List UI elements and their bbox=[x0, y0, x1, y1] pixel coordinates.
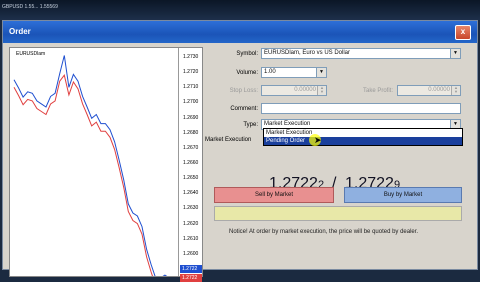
comment-label: Comment: bbox=[230, 106, 258, 112]
volume-select[interactable]: 1.00 ▼ bbox=[261, 67, 327, 78]
spinner-icon[interactable]: ▲ ▼ bbox=[317, 86, 326, 95]
axis-tick-label: 1.2630 bbox=[183, 205, 199, 212]
top-strip: GBPUSD 1.55... 1.55569 bbox=[0, 0, 480, 20]
sell-by-market-button[interactable]: Sell by Market bbox=[214, 187, 334, 203]
stop-loss-field[interactable]: 0.00000 ▲ ▼ bbox=[261, 85, 327, 96]
axis-tick-label: 1.2660 bbox=[183, 160, 199, 166]
spinner-icon[interactable]: ▲ ▼ bbox=[451, 86, 460, 95]
axis-tick-label: 1.2640 bbox=[183, 190, 199, 197]
window-title: Order bbox=[9, 27, 31, 36]
notice-text: Notice! At order by market execution, th… bbox=[229, 229, 419, 235]
confirm-bar bbox=[214, 206, 462, 221]
top-strip-text: GBPUSD 1.55... 1.55569 bbox=[2, 4, 58, 10]
title-bar[interactable]: Order x bbox=[3, 21, 477, 43]
axis-tick-label: 1.2610 bbox=[183, 235, 199, 242]
execution-label: Market Execution bbox=[205, 137, 252, 143]
ask-price-tag: 1.2722 bbox=[180, 265, 202, 273]
price-axis: 1.2730 1.2720 1.2710 1.2700 1.2690 1.2680 1.26… bbox=[178, 48, 203, 282]
type-dropdown-list: Market Execution Pending Order bbox=[263, 128, 463, 146]
chart-plot bbox=[13, 55, 168, 276]
symbol-value: EURUSDlam, Euro vs US Dollar bbox=[264, 50, 351, 56]
axis-tick-label: 1.2690 bbox=[183, 114, 199, 121]
close-button[interactable]: x bbox=[455, 25, 471, 40]
type-option-pending-order[interactable]: Pending Order bbox=[264, 137, 462, 145]
symbol-label: Symbol: bbox=[236, 51, 258, 57]
axis-tick-label: 1.2730 bbox=[183, 54, 199, 60]
take-profit-field[interactable]: 0.00000 ▲ ▼ bbox=[397, 85, 461, 96]
chevron-down-icon[interactable]: ▼ bbox=[450, 49, 460, 58]
type-label: Type: bbox=[243, 122, 258, 128]
type-value: Market Execution bbox=[264, 121, 311, 127]
type-option-market-execution[interactable]: Market Execution bbox=[264, 129, 462, 137]
buy-by-market-button[interactable]: Buy by Market bbox=[344, 187, 462, 203]
axis-tick-label: 1.2650 bbox=[183, 175, 199, 182]
bid-price-tag: 1.2722 bbox=[180, 274, 202, 282]
mouse-cursor-highlight: ➤ bbox=[309, 134, 322, 146]
axis-tick-label: 1.2600 bbox=[183, 250, 199, 257]
axis-tick-label: 1.2680 bbox=[183, 129, 199, 136]
bid-series-line bbox=[13, 74, 153, 276]
stop-loss-label: Stop Loss: bbox=[229, 88, 258, 94]
cursor-arrow-icon: ➤ bbox=[314, 135, 322, 145]
comment-field[interactable] bbox=[261, 103, 461, 114]
take-profit-value: 0.00000 bbox=[428, 87, 450, 93]
order-dialog: Order x EURUSDlam 1.2730 1.2720 1.2710 1.27… bbox=[2, 20, 478, 282]
symbol-select[interactable]: EURUSDlam, Euro vs US Dollar ▼ bbox=[261, 48, 461, 59]
axis-tick-label: 1.2670 bbox=[183, 144, 199, 151]
tick-chart: EURUSDlam 1.2730 1.2720 1.2710 1.2700 1.2690… bbox=[9, 47, 203, 282]
chevron-down-icon[interactable]: ▼ bbox=[316, 68, 326, 77]
axis-tick-label: 1.2700 bbox=[183, 99, 199, 106]
take-profit-label: Take Profit: bbox=[362, 88, 393, 94]
axis-tick-label: 1.2620 bbox=[183, 220, 199, 227]
volume-label: Volume: bbox=[236, 70, 258, 76]
axis-tick-label: 1.2720 bbox=[183, 69, 199, 76]
axis-tick-label: 1.2710 bbox=[183, 84, 199, 91]
volume-value: 1.00 bbox=[264, 69, 276, 75]
ask-series-line bbox=[13, 55, 168, 276]
stop-loss-value: 0.00000 bbox=[294, 87, 316, 93]
